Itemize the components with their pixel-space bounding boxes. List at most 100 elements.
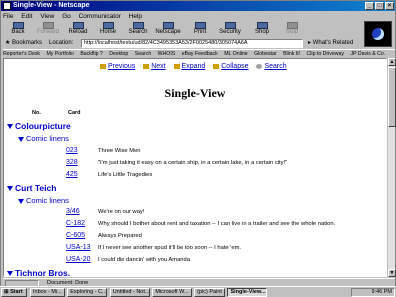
whats-related-button[interactable]: ▸ What's Related <box>308 38 353 49</box>
bookmark-item[interactable]: Desktop <box>109 51 128 57</box>
collapse-icon <box>213 63 220 69</box>
bookmark-item[interactable]: Clip to Driveway <box>307 51 344 57</box>
collapse-triangle-icon <box>18 136 24 142</box>
previous-link[interactable]: Previous <box>100 63 135 70</box>
collapse-link[interactable]: Collapse <box>213 63 249 70</box>
search-link[interactable]: Search <box>256 63 287 70</box>
window-title: Single-View - Netscape <box>13 2 90 9</box>
location-bar: ★ Bookmarks Location: http://localhost/t… <box>3 38 367 49</box>
taskbar-tasks: Inbox - Mi... Exploring - C... Untitled … <box>30 288 348 297</box>
expand-link[interactable]: Expand <box>173 63 205 70</box>
card-title: We're on our way! <box>98 209 145 215</box>
table-row: C-182 Why should I bother about rent and … <box>66 220 386 229</box>
bookmark-item[interactable]: Search <box>135 51 151 57</box>
card-number-link[interactable]: 328 <box>66 159 78 166</box>
next-link[interactable]: Next <box>143 63 166 70</box>
series-heading[interactable]: Comic linens <box>18 134 69 143</box>
menu-view[interactable]: View <box>40 13 54 20</box>
publisher-heading[interactable]: Tichnor Bros. <box>7 268 70 276</box>
card-number-link[interactable]: C-182 <box>66 220 85 227</box>
series-heading[interactable]: Comic linens <box>18 196 69 205</box>
minimize-button[interactable]: _ <box>365 2 374 10</box>
bookmark-item[interactable]: Backflip ? <box>80 51 103 57</box>
page-title: Single-View <box>164 86 226 100</box>
taskbar-button[interactable]: Microsoft W... <box>152 288 192 297</box>
title-bar[interactable]: Single-View - Netscape _ □ × <box>1 1 395 11</box>
shop-button[interactable]: Shop <box>249 22 275 37</box>
table-row: USA-20 I could die dancin' with you Amand… <box>66 256 386 265</box>
collapse-triangle-icon <box>7 186 13 192</box>
taskbar-button[interactable]: (pic) Paint <box>194 288 225 297</box>
back-button[interactable]: Back <box>5 22 31 37</box>
forward-button[interactable]: Forward <box>35 22 61 37</box>
netscape-button[interactable]: Netscape <box>155 22 181 37</box>
menu-file[interactable]: File <box>3 13 13 20</box>
bookmark-item[interactable]: Globestar <box>254 51 277 57</box>
bookmark-item[interactable]: My Portfolio <box>46 51 73 57</box>
scroll-down-icon[interactable]: ▼ <box>388 269 396 277</box>
publisher-heading[interactable]: Curt Teich <box>7 183 56 193</box>
home-button[interactable]: Home <box>95 22 121 37</box>
card-title: Always Prepared <box>98 233 142 239</box>
url-input[interactable]: http://localhost/testu/ud/82/4C3495353A5… <box>81 39 303 48</box>
arrow-right-icon <box>143 63 150 69</box>
bookmark-item[interactable]: Reporter's Desk <box>3 51 40 57</box>
scroll-thumb[interactable] <box>388 67 396 127</box>
menu-edit[interactable]: Edit <box>21 13 32 20</box>
collapse-triangle-icon <box>7 271 13 276</box>
table-row: C-605 Always Prepared <box>66 232 386 241</box>
card-number-link[interactable]: USA-20 <box>66 256 91 263</box>
maximize-button[interactable]: □ <box>375 2 384 10</box>
menu-help[interactable]: Help <box>129 13 142 20</box>
stop-button[interactable]: Stop <box>279 22 305 37</box>
print-icon <box>194 22 206 29</box>
close-button[interactable]: × <box>385 2 394 10</box>
card-number-link[interactable]: 023 <box>66 147 78 154</box>
card-title: Life's Little Tragedies <box>98 172 153 178</box>
reload-icon <box>72 22 84 29</box>
home-icon <box>102 22 114 29</box>
card-title: Why should I bother about rent and taxat… <box>98 221 336 227</box>
print-button[interactable]: Print <box>187 22 213 37</box>
security-button[interactable]: Security <box>217 22 243 37</box>
taskbar-button[interactable]: Single-View... <box>227 288 268 297</box>
menu-bar: File Edit View Go Communicator Help <box>3 12 148 21</box>
card-number-link[interactable]: C-605 <box>66 232 85 239</box>
windows-logo-icon: ⊞ <box>4 289 9 295</box>
taskbar-button[interactable]: Exploring - C... <box>67 288 108 297</box>
bookmark-item[interactable]: Blink It! <box>283 51 300 57</box>
search-button[interactable]: Search <box>125 22 151 37</box>
scroll-up-icon[interactable]: ▲ <box>388 58 396 66</box>
page-nav: Previous Next Expand Collapse Search <box>100 63 293 70</box>
reload-button[interactable]: Reload <box>65 22 91 37</box>
personal-toolbar: Reporter's Desk My Portfolio Backflip ? … <box>3 49 395 57</box>
bookmark-item[interactable]: JP Davis & Co. <box>350 51 385 57</box>
expand-icon <box>173 63 180 69</box>
bookmarks-button[interactable]: ★ Bookmarks <box>5 38 42 49</box>
menu-communicator[interactable]: Communicator <box>79 13 121 20</box>
card-number-link[interactable]: 3/46 <box>66 208 80 215</box>
table-row: 023 Three Wise Men <box>66 147 386 156</box>
collapse-triangle-icon <box>18 198 24 204</box>
forward-arrow-icon <box>42 22 54 29</box>
netscape-logo-icon <box>364 21 392 47</box>
card-title: Three Wise Men <box>98 148 141 154</box>
menu-go[interactable]: Go <box>62 13 71 20</box>
publisher-heading[interactable]: Colourpicture <box>7 121 71 131</box>
card-number-link[interactable]: 425 <box>66 171 78 178</box>
bookmark-item[interactable]: eBay Feedback <box>182 51 218 57</box>
collapse-triangle-icon <box>7 124 13 130</box>
search-icon <box>132 22 144 29</box>
table-row: 328 "I'm just taking it easy on a certain… <box>66 159 386 168</box>
bookmark-item[interactable]: WHOIS <box>158 51 176 57</box>
stop-icon <box>286 22 298 29</box>
card-number-link[interactable]: USA-13 <box>66 244 91 251</box>
vertical-scrollbar[interactable]: ▲ ▼ <box>387 58 396 277</box>
column-header-no: No. <box>32 110 41 116</box>
taskbar-button[interactable]: Inbox - Mi... <box>30 288 65 297</box>
bookmark-item[interactable]: ML Online <box>224 51 247 57</box>
table-row: USA-13 If I never see another spud it'll … <box>66 244 386 253</box>
taskbar-button[interactable]: Untitled - Not... <box>109 288 150 297</box>
start-button[interactable]: ⊞ Start <box>1 288 27 297</box>
netscape-app-icon <box>3 2 11 10</box>
